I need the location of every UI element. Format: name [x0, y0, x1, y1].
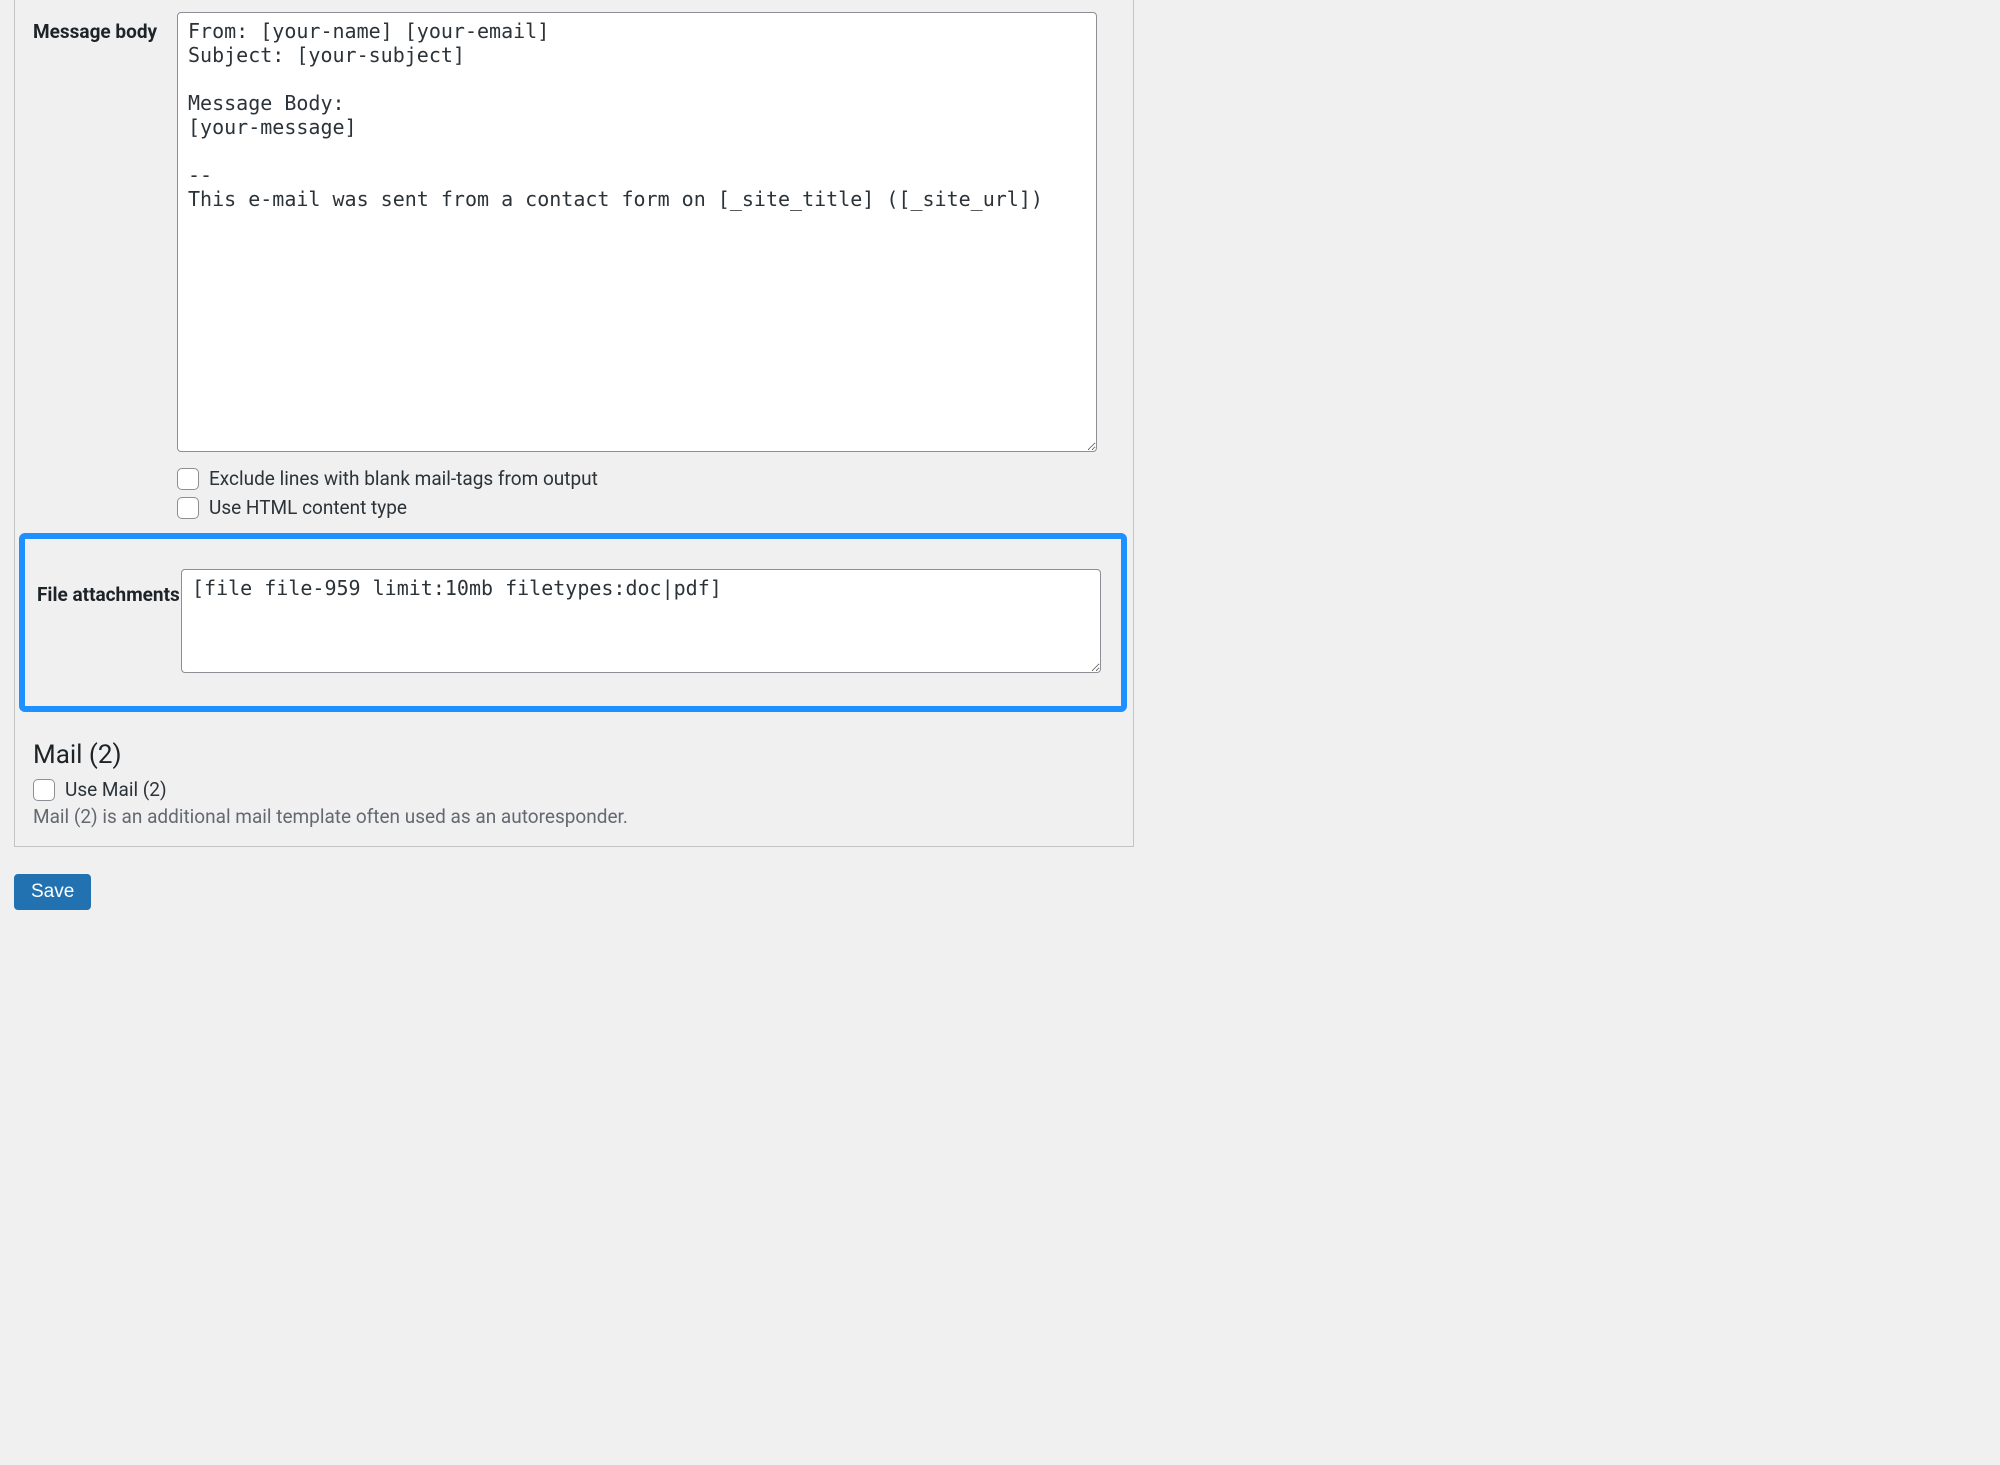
message-body-textarea[interactable] [177, 12, 1097, 452]
use-mail2-checkbox[interactable] [33, 779, 55, 801]
file-attachments-textarea[interactable] [181, 569, 1101, 673]
file-attachments-label: File attachments [37, 569, 181, 606]
use-html-label: Use HTML content type [209, 496, 407, 519]
use-mail2-label: Use Mail (2) [65, 778, 167, 801]
exclude-blank-checkbox[interactable] [177, 468, 199, 490]
message-body-label: Message body [33, 12, 177, 43]
mail2-heading: Mail (2) [15, 740, 1133, 770]
exclude-blank-label: Exclude lines with blank mail-tags from … [209, 467, 598, 490]
mail2-description: Mail (2) is an additional mail template … [15, 801, 1133, 828]
save-button[interactable]: Save [14, 874, 91, 910]
use-html-checkbox[interactable] [177, 497, 199, 519]
mail-panel: Message body Exclude lines with blank ma… [14, 0, 1134, 847]
file-attachments-highlight: File attachments [19, 533, 1127, 712]
